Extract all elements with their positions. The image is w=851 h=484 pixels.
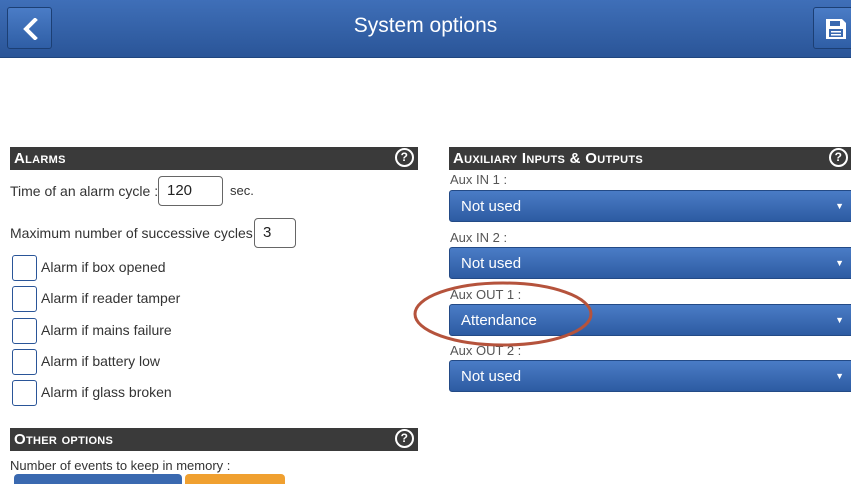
select-value: Not used xyxy=(461,255,522,272)
checkbox-label: Alarm if glass broken xyxy=(41,384,172,400)
other-options-help-icon[interactable]: ? xyxy=(395,429,414,448)
top-bar: System options xyxy=(0,0,851,58)
aux-in-2-label: Aux IN 2 : xyxy=(450,230,508,245)
aux-out-1-select[interactable]: Attendance ▼ xyxy=(449,304,851,336)
page-title: System options xyxy=(353,14,498,37)
aux-out-2-select[interactable]: Not used ▼ xyxy=(449,360,851,392)
alarm-mains-failure-checkbox[interactable] xyxy=(12,318,37,344)
checkbox-label: Alarm if box opened xyxy=(41,259,166,275)
floppy-disk-icon xyxy=(826,19,846,39)
alarms-section-header: Alarms ? xyxy=(10,147,418,170)
select-value: Not used xyxy=(461,368,522,385)
select-value: Attendance xyxy=(461,312,537,329)
aux-help-icon[interactable]: ? xyxy=(829,148,848,167)
aux-in-1-select[interactable]: Not used ▼ xyxy=(449,190,851,222)
alarms-help-icon[interactable]: ? xyxy=(395,148,414,167)
events-memory-action-button[interactable] xyxy=(185,474,285,484)
aux-out-2-label: Aux OUT 2 : xyxy=(450,343,522,358)
select-value: Not used xyxy=(461,198,522,215)
max-cycles-label: Maximum number of successive cycles : xyxy=(10,225,261,241)
aux-section-header: Auxiliary Inputs & Outputs ? xyxy=(449,147,851,170)
checkbox-label: Alarm if battery low xyxy=(41,353,161,369)
aux-section-title: Auxiliary Inputs & Outputs xyxy=(453,150,644,167)
caret-down-icon: ▼ xyxy=(835,315,844,325)
aux-out-1-label: Aux OUT 1 : xyxy=(450,287,522,302)
alarm-box-opened-checkbox[interactable] xyxy=(12,255,37,281)
checkbox-label: Alarm if reader tamper xyxy=(41,290,181,306)
other-options-section-header: Other options ? xyxy=(10,428,418,451)
other-options-section-title: Other options xyxy=(14,431,114,448)
aux-in-1-label: Aux IN 1 : xyxy=(450,172,508,187)
caret-down-icon: ▼ xyxy=(835,371,844,381)
alarm-reader-tamper-checkbox[interactable] xyxy=(12,286,37,312)
alarms-section-title: Alarms xyxy=(14,150,66,167)
alarm-battery-low-checkbox[interactable] xyxy=(12,349,37,375)
events-memory-select[interactable] xyxy=(14,474,182,484)
caret-down-icon: ▼ xyxy=(835,258,844,268)
save-button[interactable] xyxy=(813,7,851,49)
aux-in-2-select[interactable]: Not used ▼ xyxy=(449,247,851,279)
caret-down-icon: ▼ xyxy=(835,201,844,211)
alarm-cycle-input[interactable]: 120 xyxy=(158,176,223,206)
alarm-cycle-unit: sec. xyxy=(230,183,254,198)
checkbox-label: Alarm if mains failure xyxy=(41,322,172,338)
max-cycles-input[interactable]: 3 xyxy=(254,218,296,248)
events-memory-label: Number of events to keep in memory : xyxy=(10,458,231,473)
alarm-cycle-label: Time of an alarm cycle : xyxy=(10,183,159,199)
alarm-glass-broken-checkbox[interactable] xyxy=(12,380,37,406)
